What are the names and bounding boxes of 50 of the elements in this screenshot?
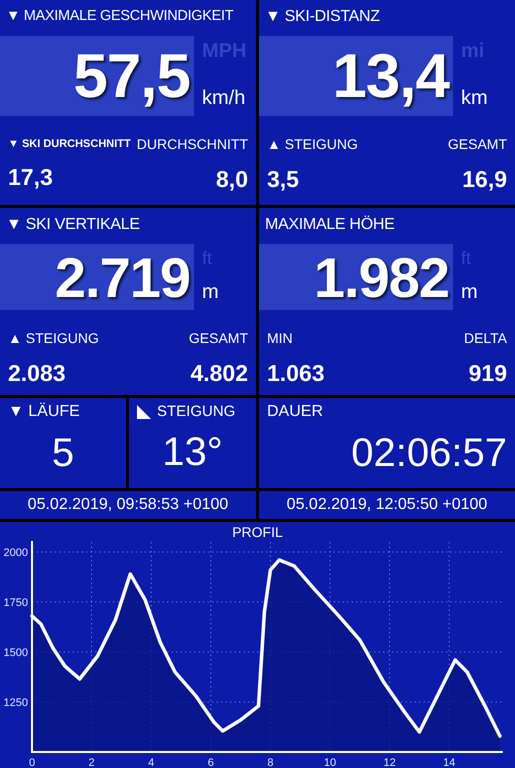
end-time: 05.02.2019, 12:05:50 +0100 <box>259 491 515 519</box>
x-tick-label: 4 <box>148 757 154 768</box>
tile-title: DAUER <box>267 403 324 421</box>
x-tick-label: 0 <box>28 757 36 768</box>
start-time: 05.02.2019, 09:58:53 +0100 <box>0 491 256 519</box>
unit-label[interactable]: km/h <box>202 87 250 110</box>
stat-label: ▼ SKI DURCHSCHNITT <box>8 137 131 150</box>
slope-icon <box>137 404 151 418</box>
main-value: 13,4 <box>332 40 449 112</box>
stat-label: MIN <box>267 330 294 346</box>
card-title: ▼ SKI VERTIKALE <box>5 215 141 235</box>
unit-label[interactable]: m <box>461 281 509 304</box>
chart-title: PROFIL <box>231 523 284 540</box>
y-tick-label: 1750 <box>4 597 28 609</box>
stat-value: 4.802 <box>190 360 248 387</box>
tile-value: 13° <box>161 430 224 475</box>
y-tick-label: 1500 <box>4 647 28 659</box>
unit-label[interactable]: km <box>461 87 509 110</box>
card-title: MAXIMALE HÖHE <box>264 214 396 235</box>
stat-value: 1.063 <box>267 360 325 387</box>
x-tick-label: 12 <box>383 757 396 768</box>
tile-value: 02:06:57 <box>350 431 507 476</box>
main-value: 1.982 <box>314 244 449 310</box>
stat-value: 16,9 <box>462 166 507 193</box>
x-tick-label: 8 <box>267 757 274 768</box>
x-tick-label: 2 <box>88 757 95 768</box>
stat-label: DELTA <box>464 330 507 346</box>
stat-value: 919 <box>468 360 507 387</box>
y-tick-label: 2000 <box>4 547 28 559</box>
x-tick-label: 6 <box>208 757 214 768</box>
stat-value: 3,5 <box>267 166 300 193</box>
stat-label: GESAMT <box>448 136 507 152</box>
main-value: 57,5 <box>73 40 190 112</box>
y-tick-label: 1250 <box>4 697 28 709</box>
tile-title: STEIGUNG <box>157 403 236 420</box>
card-title: ▼ MAXIMALE GESCHWINDIGKEIT <box>5 7 234 26</box>
card-title: ▼ SKI-DISTANZ <box>264 7 381 27</box>
x-tick-label: 10 <box>324 757 336 768</box>
unit-label[interactable]: m <box>202 281 250 304</box>
stat-value: 8,0 <box>216 166 248 193</box>
stat-value: 17,3 <box>8 164 54 191</box>
stat-value: 2.083 <box>8 360 67 387</box>
tile-value: 5 <box>50 431 76 476</box>
stat-label: ▲ STEIGUNG <box>8 330 99 346</box>
tile-title: ▼ LÄUFE <box>8 403 80 421</box>
stat-label: GESAMT <box>188 330 248 346</box>
x-tick-label: 14 <box>443 757 456 768</box>
stat-label: ▲ STEIGUNG <box>267 136 358 152</box>
main-value: 2.719 <box>54 244 190 310</box>
stat-label: DURCHSCHNITT <box>136 136 248 152</box>
